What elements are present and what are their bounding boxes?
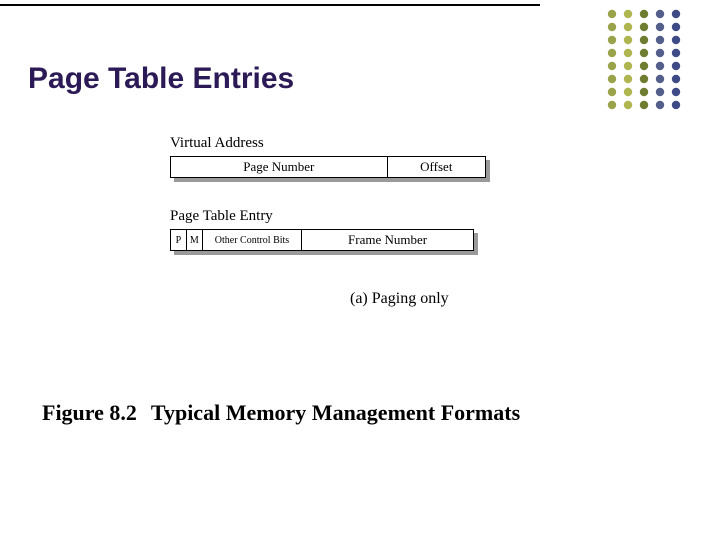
- pte-other-control-bits-cell: Other Control Bits: [203, 230, 302, 250]
- top-rule: [0, 4, 540, 6]
- virtual-address-row: Page Number Offset: [170, 156, 530, 182]
- virtual-address-heading: Virtual Address: [170, 135, 530, 152]
- va-offset-cell: Offset: [388, 157, 485, 177]
- figure-title: Typical Memory Management Formats: [151, 400, 520, 425]
- figure-number: Figure 8.2: [42, 400, 137, 425]
- decorative-dots: [552, 8, 702, 118]
- dots-svg: [552, 8, 702, 118]
- page-table-entry-row: P M Other Control Bits Frame Number: [170, 229, 530, 255]
- page-table-entry-heading: Page Table Entry: [170, 208, 530, 225]
- va-cells: Page Number Offset: [170, 156, 486, 178]
- pte-p-cell: P: [171, 230, 187, 250]
- subcaption: (a) Paging only: [350, 290, 449, 308]
- va-page-number-cell: Page Number: [171, 157, 388, 177]
- pte-cells: P M Other Control Bits Frame Number: [170, 229, 474, 251]
- pte-m-cell: M: [187, 230, 203, 250]
- figure-caption: Figure 8.2 Typical Memory Management Form…: [42, 400, 520, 426]
- page-title: Page Table Entries: [28, 62, 294, 96]
- diagram-area: Virtual Address Page Number Offset Page …: [170, 135, 530, 281]
- pte-frame-number-cell: Frame Number: [302, 230, 473, 250]
